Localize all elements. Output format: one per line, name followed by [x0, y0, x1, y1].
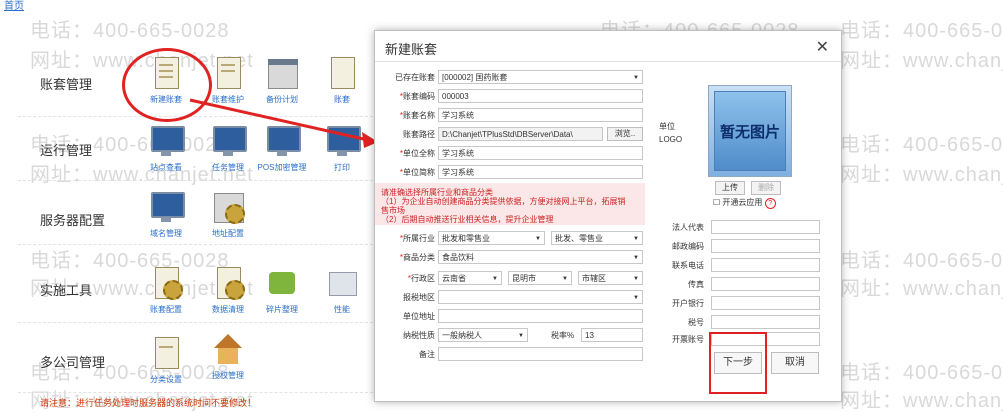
fax-input[interactable] [711, 277, 820, 291]
bank-label: 开户银行 [672, 299, 704, 308]
checkbox[interactable]: ☐ [713, 198, 720, 207]
category-select[interactable]: 食品饮料 [438, 250, 643, 264]
logo-placeholder: 暂无图片 [714, 91, 786, 171]
bank-input[interactable] [711, 296, 820, 310]
existing-account-label: 已存在账套 [395, 73, 435, 82]
invoice-account-label: 开票账号 [672, 335, 704, 344]
label-text: 商品分类 [403, 253, 435, 262]
company-fullname-label: *单位全称 [399, 149, 435, 158]
tax-number-input[interactable] [711, 315, 820, 329]
account-name-input[interactable]: 学习系统 [438, 108, 643, 122]
dialog-title: 新建账套 [385, 42, 438, 57]
dialog-divider [375, 61, 841, 62]
taxpayer-label: 纳税性质 [403, 331, 435, 340]
cloud-app-label: 开通云应用 [722, 198, 763, 207]
remark-input[interactable] [438, 347, 643, 361]
hint-line: （2）后期自动推送行业相关信息，提升企业管理 [381, 215, 554, 224]
logo-preview: 暂无图片 [708, 85, 792, 177]
label-text: 单位简称 [403, 168, 435, 177]
account-name-label: *账套名称 [399, 111, 435, 120]
district-select[interactable]: 市辖区 [578, 271, 643, 285]
label-text: 单位全称 [403, 149, 435, 158]
delete-button[interactable]: 删除 [751, 181, 781, 195]
tax-region-select[interactable] [438, 290, 643, 304]
fax-label: 传真 [688, 280, 704, 289]
taxpayer-select[interactable]: 一般纳税人 [438, 328, 528, 342]
company-shortname-input[interactable]: 学习系统 [438, 165, 643, 179]
browse-button[interactable]: 浏览.. [607, 127, 643, 141]
remark-label: 备注 [419, 350, 435, 359]
industry-label: *所属行业 [399, 234, 435, 243]
help-icon[interactable]: ? [764, 198, 776, 209]
hint-line: （1）为企业自动创建商品分类提供依据，方便对接网上平台，拓展销 [381, 197, 626, 206]
tax-rate-label: 税率% [551, 331, 575, 340]
existing-account-select[interactable]: [000002] 国药账套 [438, 70, 643, 84]
address-input[interactable] [438, 309, 643, 323]
legal-label: 法人代表 [672, 223, 704, 232]
city-select[interactable]: 昆明市 [508, 271, 572, 285]
cloud-app-option[interactable]: ☐ 开通云应用 ? [713, 197, 776, 209]
address-label: 单位地址 [403, 312, 435, 321]
tax-rate-input[interactable]: 13 [581, 328, 643, 342]
company-fullname-input[interactable]: 学习系统 [438, 146, 643, 160]
industry-hint: 请准确选择所属行业和商品分类 （1）为企业自动创建商品分类提供依据，方便对接网上… [375, 183, 645, 225]
label-text: 行政区 [411, 274, 435, 283]
cancel-button[interactable]: 取消 [771, 352, 819, 374]
label-text: 账套编码 [403, 92, 435, 101]
phone-input[interactable] [711, 258, 820, 272]
label-text: 账套名称 [403, 111, 435, 120]
province-select[interactable]: 云南省 [438, 271, 502, 285]
highlight-box [709, 332, 767, 394]
label-text: 所属行业 [403, 234, 435, 243]
category-label: *商品分类 [399, 253, 435, 262]
logo-label: 单位 [659, 122, 675, 131]
postcode-input[interactable] [711, 239, 820, 253]
tax-number-label: 税号 [688, 318, 704, 327]
account-path-label: 账套路径 [403, 130, 435, 139]
logo-label: LOGO [659, 135, 683, 144]
arrow-to-dialog [189, 98, 369, 142]
account-code-label: *账套编码 [399, 92, 435, 101]
close-icon[interactable]: ✕ [816, 37, 829, 57]
tax-region-label: 报税地区 [403, 293, 435, 302]
postcode-label: 邮政编码 [672, 242, 704, 251]
phone-label: 联系电话 [672, 261, 704, 270]
company-shortname-label: *单位简称 [399, 168, 435, 177]
upload-button[interactable]: 上传 [715, 181, 745, 195]
new-account-dialog: 新建账套 ✕ 已存在账套 [000002] 国药账套 *账套编码 000003 … [374, 30, 842, 402]
no-image-text: 暂无图片 [719, 123, 780, 141]
sub-industry-select[interactable]: 批发、零售业 [551, 231, 643, 245]
region-label: *行政区 [407, 274, 435, 283]
industry-select[interactable]: 批发和零售业 [438, 231, 545, 245]
account-path-input[interactable]: D:\Chanjet\TPlusStd\DBServer\Data\ [438, 127, 603, 141]
legal-input[interactable] [711, 220, 820, 234]
account-code-input[interactable]: 000003 [438, 89, 643, 103]
